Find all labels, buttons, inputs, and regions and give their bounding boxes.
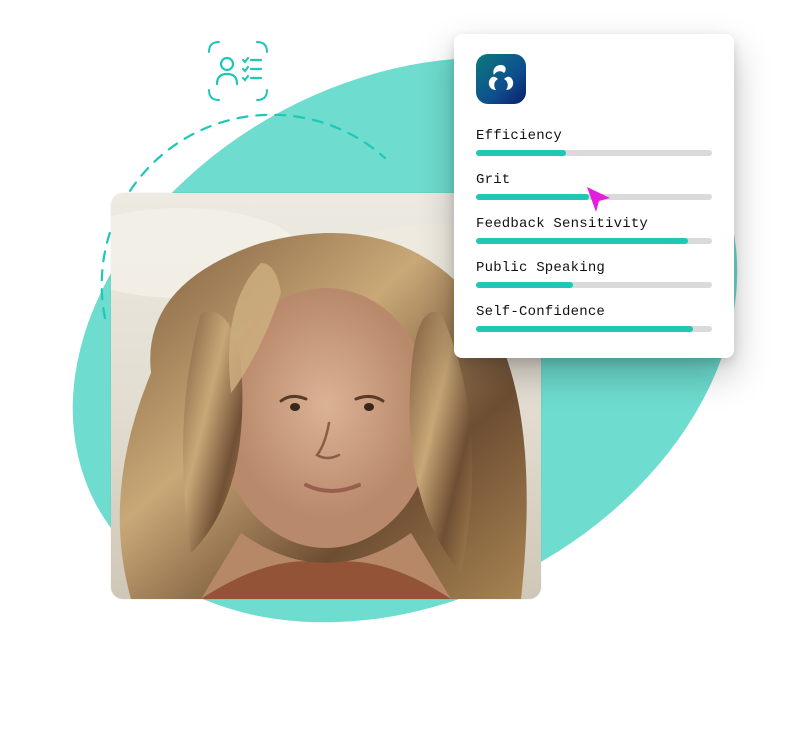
trait-fill <box>476 238 688 244</box>
pointer-cursor-icon <box>584 184 614 214</box>
trait-slider[interactable] <box>476 150 712 156</box>
trait-fill <box>476 150 566 156</box>
trait-slider[interactable] <box>476 326 712 332</box>
trait-fill <box>476 282 573 288</box>
trait-label: Self-Confidence <box>476 304 712 320</box>
trait-label: Grit <box>476 172 712 188</box>
trait-row: Efficiency <box>476 128 712 156</box>
trait-label: Public Speaking <box>476 260 712 276</box>
trait-slider[interactable] <box>476 282 712 288</box>
trait-label: Feedback Sensitivity <box>476 216 712 232</box>
triad-logo-icon <box>484 62 518 96</box>
trait-label: Efficiency <box>476 128 712 144</box>
trait-row: Public Speaking <box>476 260 712 288</box>
trait-row: Feedback Sensitivity <box>476 216 712 244</box>
app-icon <box>476 54 526 104</box>
trait-fill <box>476 194 589 200</box>
traits-card: Efficiency Grit Feedback Sensitivity Pub… <box>454 34 734 358</box>
trait-fill <box>476 326 693 332</box>
person-checklist-icon <box>205 38 271 104</box>
trait-slider[interactable] <box>476 194 712 200</box>
trait-row: Self-Confidence <box>476 304 712 332</box>
trait-row: Grit <box>476 172 712 200</box>
trait-slider[interactable] <box>476 238 712 244</box>
